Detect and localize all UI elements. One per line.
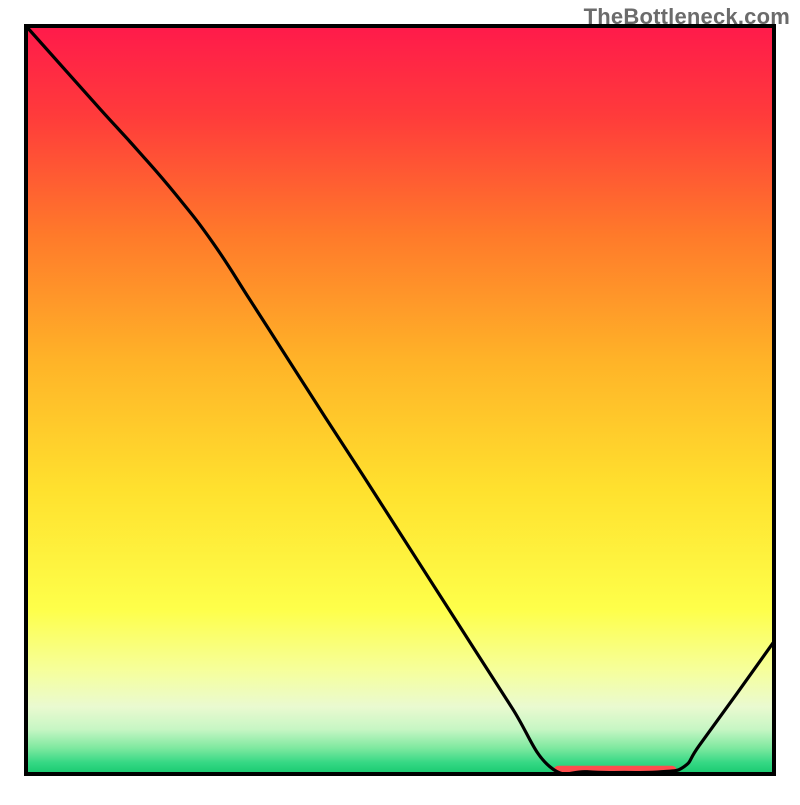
bottleneck-chart [0, 0, 800, 800]
plot-background [26, 26, 774, 774]
watermark-text: TheBottleneck.com [584, 4, 790, 30]
chart-frame: TheBottleneck.com [0, 0, 800, 800]
